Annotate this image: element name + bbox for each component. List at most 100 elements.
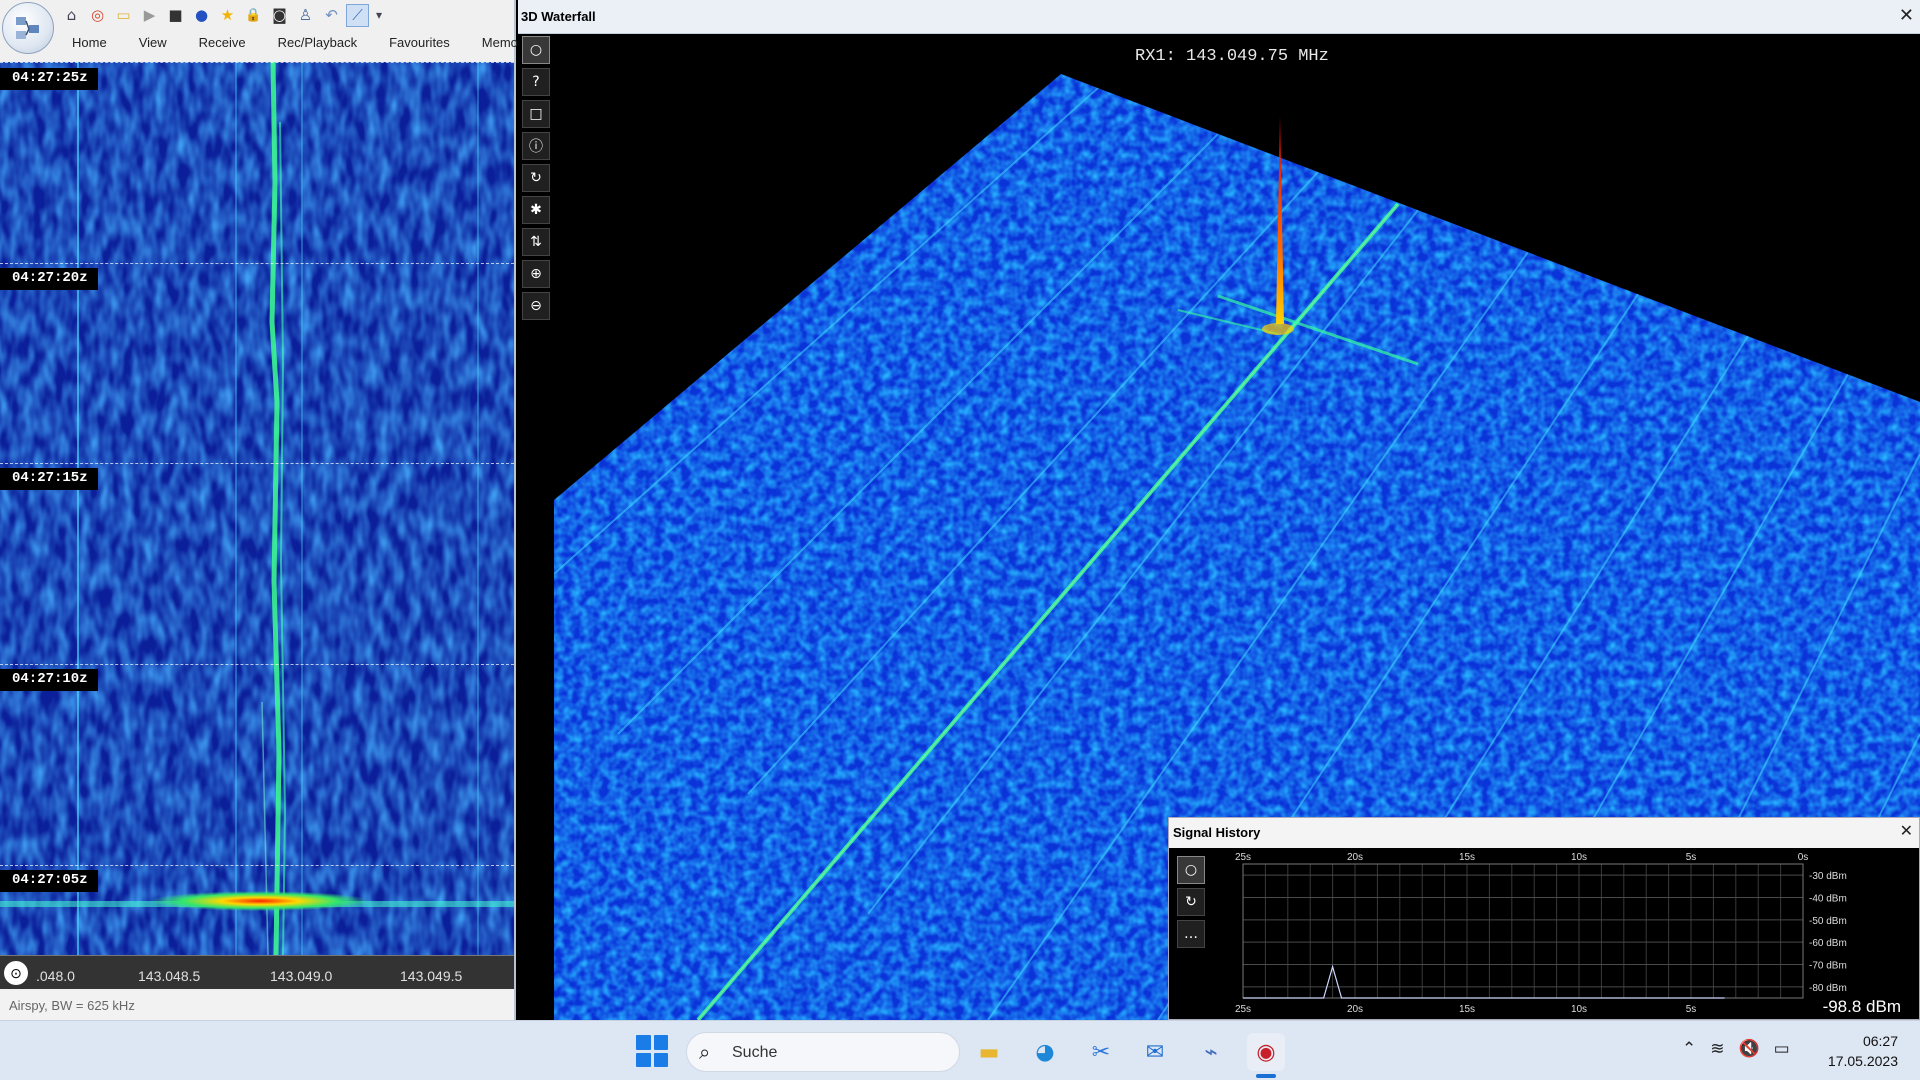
time-gridline (0, 463, 514, 464)
taskbar-search-box[interactable]: ⌕ Suche (686, 1032, 960, 1072)
quick-access-toolbar: ⌂ ◎ ▭ ▶ ■ ● ★ 🔒 ◙ ♙ ↶ ⟋ ▾ (60, 2, 386, 28)
x-tick-label: 5s (1686, 852, 1697, 863)
y-tick-label: -60 dBm (1809, 938, 1847, 949)
antenna-icon[interactable]: ♙ (294, 4, 317, 27)
star-icon[interactable]: ★ (216, 4, 239, 27)
dropdown-icon[interactable]: ▾ (372, 4, 386, 27)
x-tick-label: 20s (1347, 852, 1363, 863)
time-gridline (0, 263, 514, 264)
info-icon[interactable]: ⓘ (522, 132, 550, 160)
axis-options-button[interactable]: ⊙ (4, 961, 28, 985)
signal-series-line (1243, 964, 1725, 999)
timestamp-label: 04:27:25z (0, 68, 98, 90)
close-icon[interactable]: ✕ (1899, 5, 1914, 26)
frequency-tick: 143.048.5 (138, 968, 201, 984)
tab-view[interactable]: View (123, 32, 183, 54)
x-tick-label: 10s (1571, 1004, 1587, 1015)
search-placeholder: Suche (732, 1044, 778, 1061)
circle-icon[interactable]: ○ (522, 36, 550, 64)
frequency-tick: 143.049.5 (400, 968, 463, 984)
active-app-indicator (1256, 1074, 1276, 1078)
waterfall-2d-display[interactable]: 04:27:25z 04:27:20z 04:27:15z 04:27:10z … (0, 62, 514, 955)
updown-arrows-icon[interactable]: ⇅ (522, 228, 550, 256)
speaker-muted-icon[interactable]: 🔇 (1739, 1039, 1760, 1059)
tab-home[interactable]: Home (56, 32, 123, 54)
panel-title: Signal History (1173, 825, 1261, 840)
sdr-console-icon[interactable]: ◉ (1247, 1033, 1285, 1071)
timestamp-label: 04:27:20z (0, 268, 98, 290)
edge-browser-icon[interactable]: ◕ (1026, 1033, 1064, 1071)
frequency-tick: 143.049.0 (270, 968, 333, 984)
more-icon[interactable]: … (1177, 920, 1205, 948)
status-text: Airspy, BW = 625 kHz (9, 998, 135, 1013)
circle-icon[interactable]: ○ (1177, 856, 1205, 884)
rotate-icon[interactable]: ↻ (522, 164, 550, 192)
time-gridline (0, 865, 514, 866)
y-tick-label: -40 dBm (1809, 894, 1847, 905)
tab-rec-playback[interactable]: Rec/Playback (262, 32, 373, 54)
play-icon[interactable]: ▶ (138, 4, 161, 27)
x-tick-label: 0s (1798, 852, 1809, 863)
sdr-app-icon[interactable]: ⌁ (1192, 1033, 1230, 1071)
battery-icon[interactable]: ▭ (1774, 1039, 1790, 1059)
snipping-tool-icon[interactable]: ✂ (1082, 1033, 1120, 1071)
y-tick-label: -80 dBm (1809, 983, 1847, 994)
sdr-main-window: ⌂ ◎ ▭ ▶ ■ ● ★ 🔒 ◙ ♙ ↶ ⟋ ▾ Home View Rece… (0, 0, 522, 1020)
signal-history-toolbar: ○ ↻ … (1177, 856, 1205, 948)
chart-icon[interactable]: ⟋ (346, 3, 369, 27)
time-gridline (0, 664, 514, 665)
file-explorer-icon[interactable]: ▬ (970, 1033, 1008, 1071)
wifi-icon[interactable]: ≋ (1710, 1039, 1724, 1059)
x-tick-label: 15s (1459, 1004, 1475, 1015)
camera-icon[interactable]: ◙ (268, 4, 291, 27)
frequency-tick: .048.0 (36, 968, 75, 984)
signal-history-panel: Signal History ✕ ○ ↻ … 25s 20s 15s 10s 5s 0s 2… (1168, 817, 1920, 1020)
rotate-icon[interactable]: ↻ (1177, 888, 1205, 916)
x-tick-label: 25s (1235, 852, 1251, 863)
waterfall-2d-graphic (0, 62, 514, 955)
record-icon[interactable]: ● (190, 4, 213, 27)
close-icon[interactable]: ✕ (1900, 821, 1913, 840)
system-clock[interactable]: 06:27 17.05.2023 (1828, 1031, 1898, 1071)
lifebuoy-icon[interactable]: ◎ (86, 4, 109, 27)
x-tick-label: 25s (1235, 1004, 1251, 1015)
folder-icon[interactable]: ▭ (112, 4, 135, 27)
windows-taskbar: ⌕ Suche ▬ ◕ ✂ ✉ ⌁ ◉ ⌃ ≋ 🔇 ▭ 06:27 17.05.… (0, 1020, 1920, 1080)
start-button[interactable] (636, 1035, 668, 1067)
plot-frame (1242, 863, 1804, 999)
app-logo-icon (16, 17, 39, 39)
tab-receive[interactable]: Receive (183, 32, 262, 54)
clock-date: 17.05.2023 (1827, 1053, 1898, 1069)
tab-favourites[interactable]: Favourites (373, 32, 466, 54)
y-tick-label: -50 dBm (1809, 916, 1847, 927)
undo-icon[interactable]: ↶ (320, 4, 343, 27)
signal-history-chart[interactable]: 25s 20s 15s 10s 5s 0s 25s 20s 15s 10s 5s -30 dBm -40… (1229, 848, 1919, 1019)
lock-icon[interactable]: 🔒 (242, 4, 265, 27)
time-gridline (0, 62, 514, 63)
waterfall-3d-titlebar[interactable]: 3D Waterfall ✕ (518, 0, 1920, 34)
clock-time: 06:27 (1862, 1033, 1898, 1049)
chevron-up-icon[interactable]: ⌃ (1682, 1039, 1696, 1059)
windows-logo-pane (653, 1052, 668, 1067)
timestamp-label: 04:27:10z (0, 669, 98, 691)
square-icon[interactable]: □ (522, 100, 550, 128)
stop-icon[interactable]: ■ (164, 4, 187, 27)
system-tray: ⌃ ≋ 🔇 ▭ (1682, 1039, 1790, 1059)
y-tick-label: -30 dBm (1809, 871, 1847, 882)
timestamp-label: 04:27:15z (0, 468, 98, 490)
asterisk-icon[interactable]: ✱ (522, 196, 550, 224)
help-icon[interactable]: ? (522, 68, 550, 96)
app-menu-button[interactable] (2, 2, 54, 54)
frequency-axis[interactable]: ⊙ .048.0 143.048.5 143.049.0 143.049.5 (0, 955, 514, 989)
windows-logo-pane (636, 1052, 651, 1067)
zoom-in-icon[interactable]: ⊕ (522, 260, 550, 288)
rx-frequency-readout: RX1: 143.049.75 MHz (1135, 47, 1329, 66)
window-title: 3D Waterfall (521, 9, 596, 24)
x-tick-label: 20s (1347, 1004, 1363, 1015)
y-tick-label: -70 dBm (1809, 961, 1847, 972)
search-icon: ⌕ (699, 1040, 711, 1064)
zoom-out-icon[interactable]: ⊖ (522, 292, 550, 320)
x-tick-label: 15s (1459, 852, 1475, 863)
mail-icon[interactable]: ✉ (1136, 1033, 1174, 1071)
home-icon[interactable]: ⌂ (60, 4, 83, 27)
